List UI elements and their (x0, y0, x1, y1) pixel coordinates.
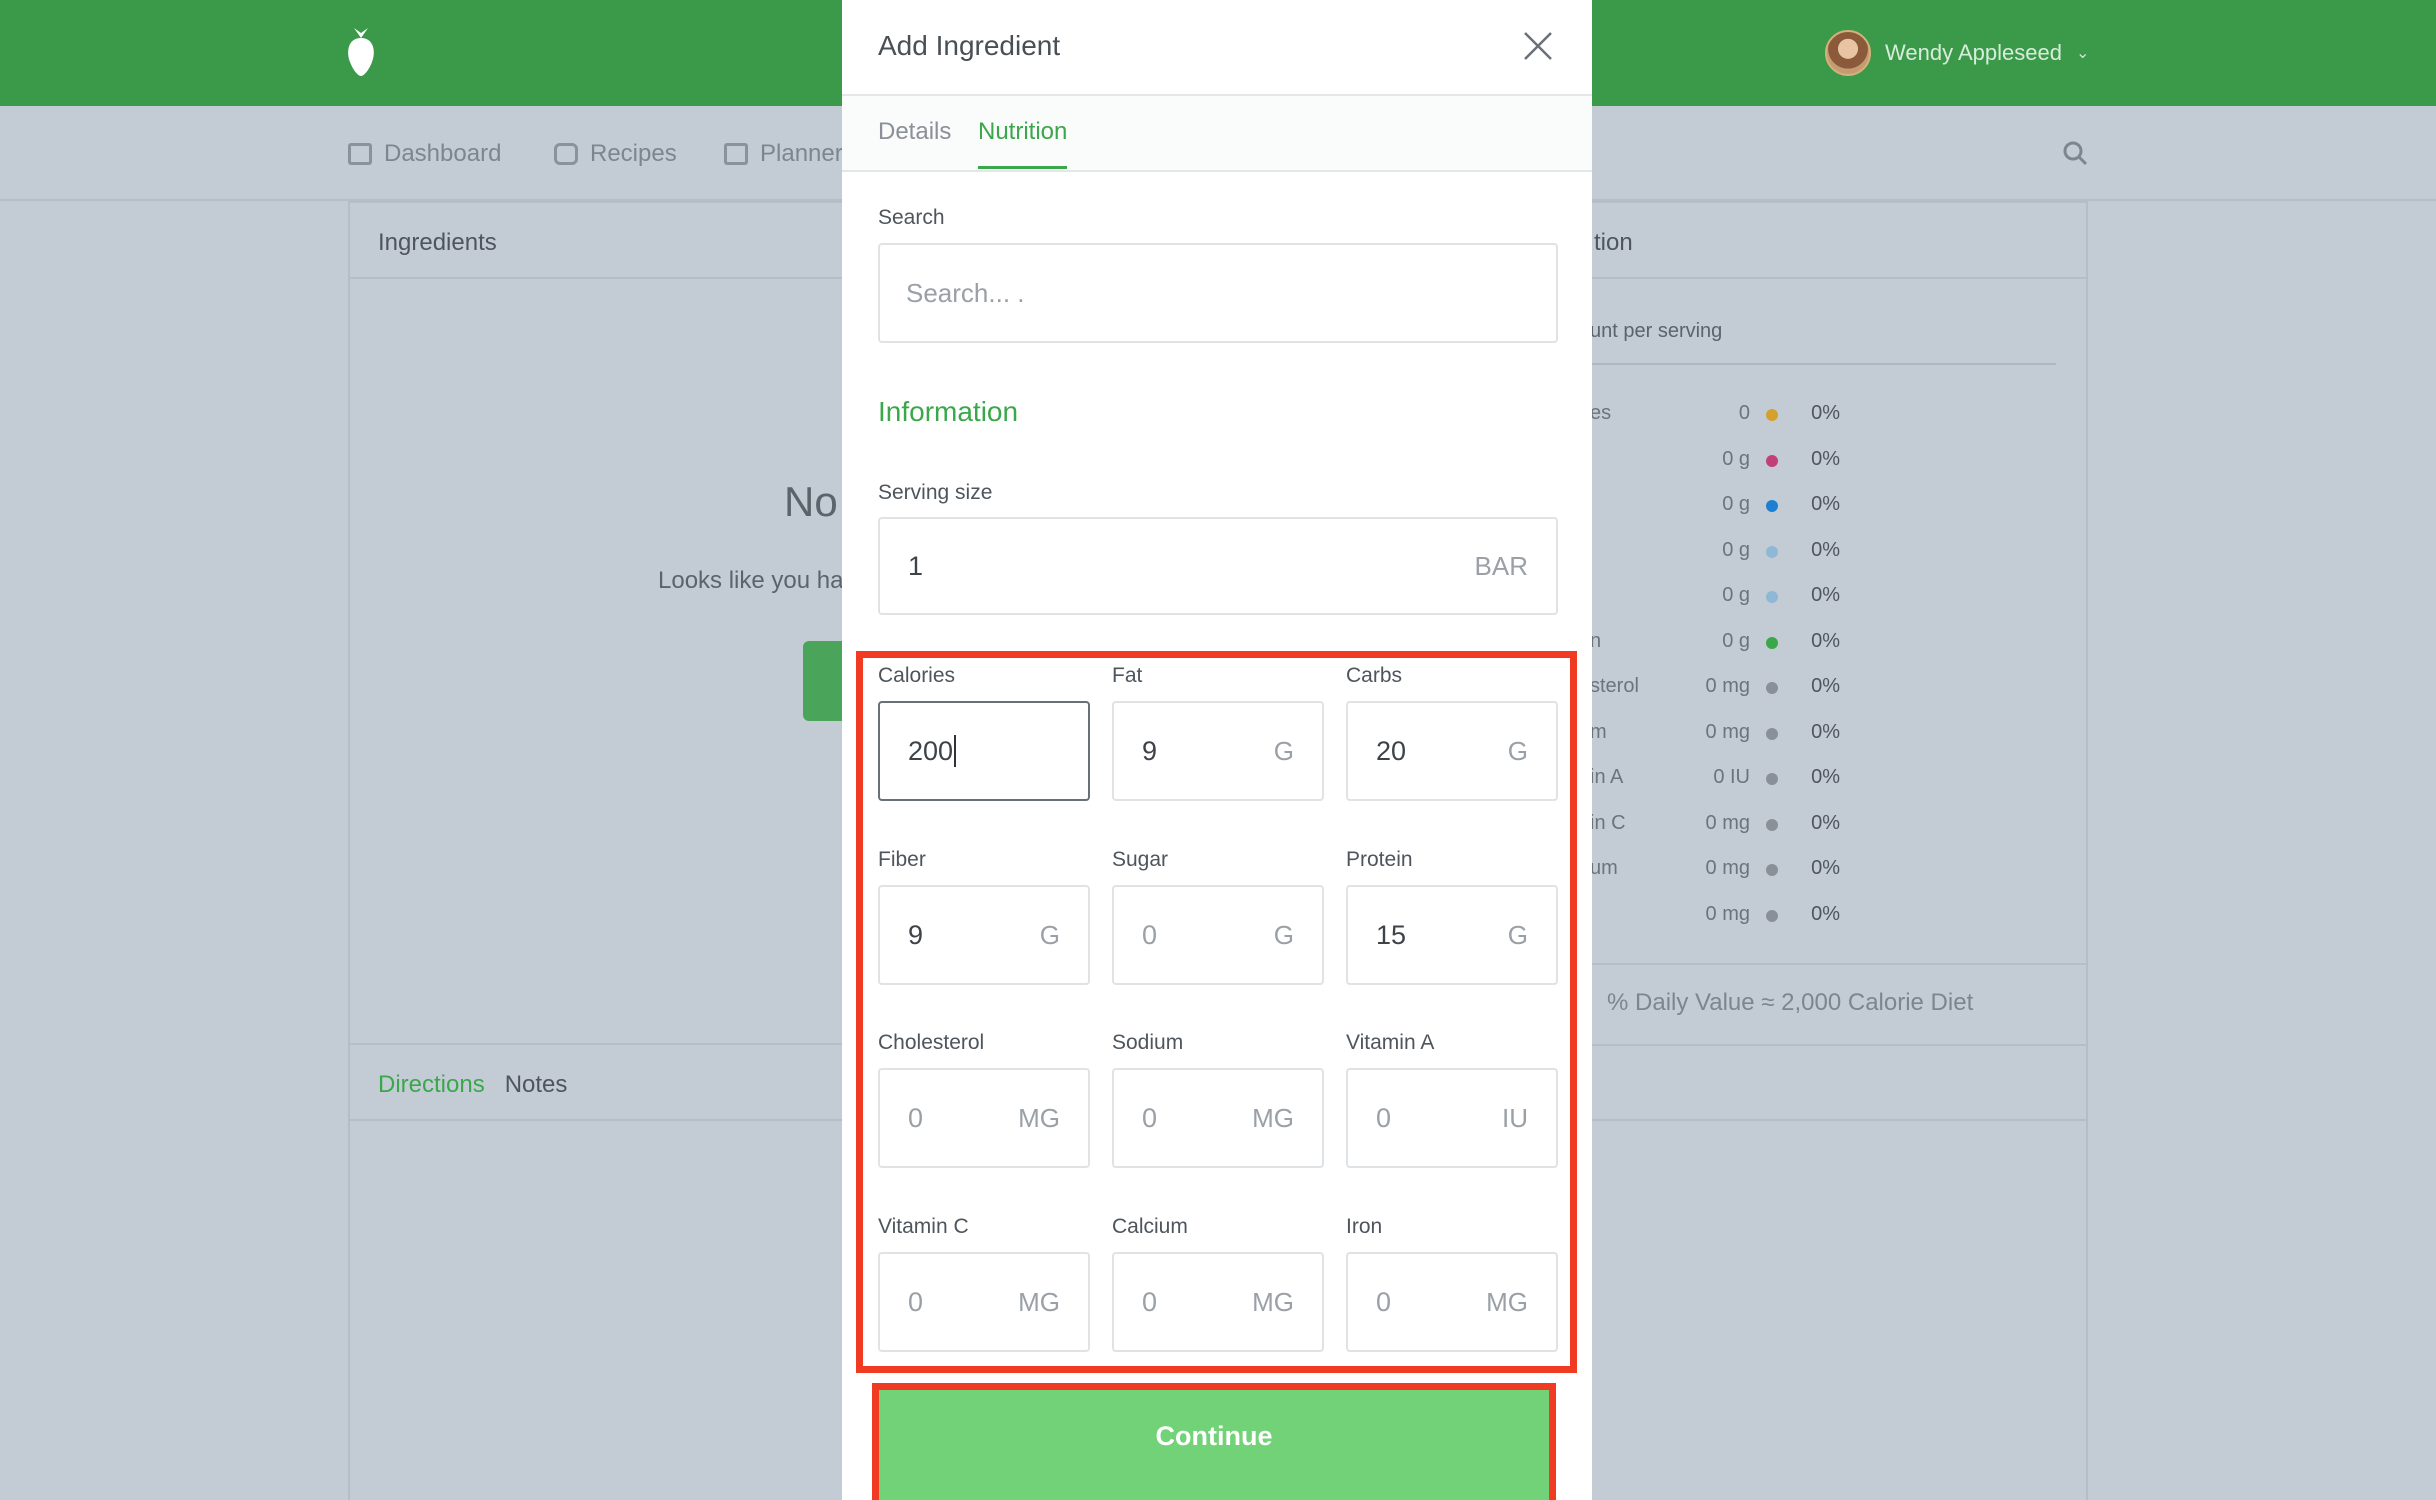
nutrient-color-dot (1766, 454, 1778, 467)
nutrition-row: 0 g 0% (1590, 448, 1840, 478)
nutrient-color-dot (1766, 818, 1778, 831)
nutrient-amount: 0 g (1722, 538, 1750, 561)
highlight-box-fields (856, 651, 1577, 1373)
nutrient-percent: 0% (1811, 766, 1840, 788)
nutrient-percent: 0% (1811, 811, 1840, 834)
nutrient-label: es (1590, 402, 1612, 424)
nutrition-row: in A 0 IU 0% (1590, 766, 1840, 796)
tab-notes[interactable]: Notes (505, 1071, 568, 1098)
tab-directions[interactable]: Directions (378, 1071, 485, 1098)
nutrient-color-dot (1766, 909, 1778, 922)
user-menu[interactable]: Wendy Appleseed ⌄ (1825, 26, 2089, 80)
nutrient-color-dot (1766, 864, 1778, 876)
serving-size-label: Serving size (878, 481, 993, 504)
nutrition-row: 0 g 0% (1590, 493, 1840, 523)
nav-planner[interactable]: Planner (724, 140, 843, 168)
nutrition-row: n0 g 0% (1590, 630, 1840, 660)
modal-header: Add Ingredient (842, 0, 1592, 96)
avatar (1825, 30, 1871, 76)
nutrition-row: m 0 mg 0% (1590, 721, 1840, 751)
add-ingredient-button[interactable] (803, 641, 843, 721)
search-input[interactable]: Search... . (878, 243, 1558, 343)
nutrient-color-dot (1766, 636, 1778, 649)
nutrient-label: in C (1590, 811, 1626, 834)
nutrient-percent: 0% (1811, 675, 1840, 697)
nutrient-color-dot (1766, 727, 1778, 740)
nutrient-label: in A (1590, 766, 1624, 788)
serving-size-input[interactable]: 1 BAR (878, 517, 1558, 615)
nutrient-amount: 0 g (1722, 629, 1750, 652)
nutrition-row: 0 g 0% (1590, 539, 1840, 569)
empty-text: Looks like you ha (658, 567, 844, 594)
nutrient-color-dot (1766, 500, 1778, 512)
tab-details[interactable]: Details (878, 118, 951, 166)
nutrient-color-dot (1766, 591, 1778, 603)
nutrient-amount: 0 g (1722, 584, 1750, 606)
modal-title: Add Ingredient (878, 30, 1061, 61)
information-title: Information (878, 396, 1019, 427)
chevron-down-icon: ⌄ (2075, 45, 2090, 62)
nav-dashboard[interactable]: Dashboard (348, 140, 501, 168)
serving-size-unit: BAR (1474, 550, 1528, 581)
nutrient-amount: 0 (1738, 402, 1750, 424)
modal-tabs: Details Nutrition (842, 96, 1592, 172)
nutrient-percent: 0% (1811, 902, 1840, 925)
strawberry-logo-icon[interactable] (342, 24, 380, 78)
nutrient-percent: 0% (1811, 402, 1840, 424)
user-name: Wendy Appleseed (1885, 40, 2062, 65)
nutrient-percent: 0% (1811, 584, 1840, 606)
empty-heading: No (784, 478, 838, 525)
nutrient-percent: 0% (1811, 857, 1840, 879)
search-label: Search (878, 206, 945, 229)
nutrient-color-dot (1766, 773, 1778, 785)
calendar-icon (724, 143, 748, 165)
search-placeholder: Search... . (906, 277, 1025, 308)
nutrition-row: in C 0 mg 0% (1590, 812, 1840, 842)
nutrient-amount: 0 mg (1705, 902, 1750, 925)
close-icon[interactable] (1522, 30, 1554, 62)
amount-per-serving: unt per serving (1590, 320, 2056, 365)
tab-nutrition[interactable]: Nutrition (978, 118, 1068, 169)
nutrient-amount: 0 g (1722, 447, 1750, 470)
serving-size-value: 1 (908, 550, 924, 581)
nutrient-color-dot (1766, 545, 1778, 558)
nutrient-label: um (1590, 857, 1618, 879)
nutrition-row: es 0 0% (1590, 402, 1840, 432)
nutrient-percent: 0% (1811, 538, 1840, 561)
nutrient-amount: 0 mg (1705, 675, 1750, 697)
nutrition-title: tion (1582, 203, 2086, 279)
nav-dashboard-label: Dashboard (384, 140, 502, 167)
inbox-icon (554, 143, 578, 165)
nutrient-percent: 0% (1811, 493, 1840, 515)
nutrient-label: m (1590, 720, 1607, 743)
nutrient-color-dot (1766, 682, 1778, 694)
nutrient-color-dot (1766, 409, 1778, 421)
nutrient-amount: 0 mg (1705, 811, 1750, 834)
nutrient-amount: 0 mg (1705, 720, 1750, 743)
nav-planner-label: Planner (760, 140, 843, 167)
nav-recipes-label: Recipes (590, 140, 677, 167)
highlight-box-continue (872, 1383, 1556, 1500)
nutrient-percent: 0% (1811, 447, 1840, 470)
nutrient-amount: 0 mg (1705, 857, 1750, 879)
nutrient-label: sterol (1590, 675, 1639, 697)
nutrient-amount: 0 IU (1713, 766, 1750, 788)
daily-value-note: % Daily Value ≈ 2,000 Calorie Diet (1607, 989, 1974, 1016)
nutrition-row: um 0 mg 0% (1590, 857, 1840, 887)
nutrition-row: 0 g 0% (1590, 584, 1840, 614)
nutrient-percent: 0% (1811, 629, 1840, 652)
nutrition-row: 0 mg 0% (1590, 903, 1840, 933)
nutrient-percent: 0% (1811, 720, 1840, 743)
nav-recipes[interactable]: Recipes (554, 140, 677, 168)
nutrition-row: sterol 0 mg 0% (1590, 675, 1840, 705)
nutrient-amount: 0 g (1722, 493, 1750, 515)
search-icon[interactable] (2062, 140, 2088, 166)
dashboard-icon (348, 143, 372, 165)
